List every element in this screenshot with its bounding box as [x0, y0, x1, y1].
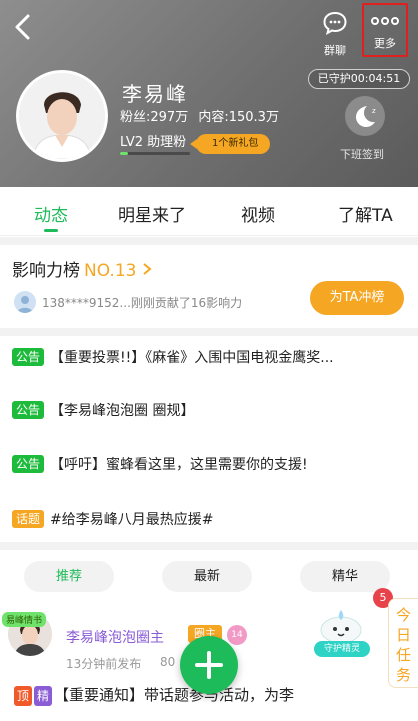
user-avatar-icon: [17, 296, 33, 313]
tab-star-here[interactable]: 明星来了: [118, 201, 186, 226]
filter-featured[interactable]: 精华: [300, 561, 390, 592]
new-gift-pill[interactable]: 1个新礼包: [189, 134, 271, 154]
group-chat-button[interactable]: 群聊: [312, 6, 358, 57]
divider: [0, 237, 418, 245]
influence-rank: NO.13: [84, 261, 137, 281]
latest-donation: 138****9152...刚刚贡献了16影响力: [42, 296, 243, 310]
pinned-pill: 顶: [14, 686, 33, 706]
tab-videos[interactable]: 视频: [241, 201, 275, 226]
star-name: 李易峰: [122, 82, 188, 106]
guardian-label: 守护精灵: [314, 641, 370, 657]
content-tabs: 动态 明星来了 视频 了解TA: [0, 187, 418, 236]
notice-text: 【呼吁】蜜蜂看这里，这里需要你的支援!: [50, 457, 308, 473]
notice-badge: 公告: [12, 401, 45, 419]
guard-timer: 已守护00:04:51: [308, 69, 410, 89]
fans-count: 粉丝:297万: [120, 110, 189, 125]
topic-item[interactable]: 话题 #给李易峰八月最热应援#: [12, 509, 213, 529]
back-icon[interactable]: [10, 12, 36, 42]
more-dots-icon: [371, 17, 399, 25]
filter-latest[interactable]: 最新: [162, 561, 252, 592]
moon-icon: z: [356, 106, 376, 127]
notice-badge: 公告: [12, 455, 45, 473]
topic-badge: 话题: [12, 510, 45, 528]
guardian-sprite-icon: [320, 610, 362, 644]
notice-item[interactable]: 公告 【李易峰泡泡圈 圈规】: [12, 400, 194, 420]
divider: [0, 542, 418, 550]
tab-about[interactable]: 了解TA: [338, 201, 393, 226]
post-author-name[interactable]: 李易峰泡泡圈主: [66, 627, 164, 647]
svg-text:z: z: [372, 107, 376, 115]
content-count: 内容:150.3万: [198, 110, 279, 125]
level-progress-bar: [120, 152, 190, 155]
tab-feed[interactable]: 动态: [34, 201, 68, 226]
active-tab-indicator: [44, 229, 58, 232]
divider: [0, 328, 418, 336]
notice-badge: 公告: [12, 348, 45, 366]
level-progress-fill: [120, 152, 128, 155]
star-stats: 粉丝:297万 内容:150.3万: [120, 106, 285, 125]
notice-item[interactable]: 公告 【呼吁】蜜蜂看这里，这里需要你的支援!: [12, 454, 308, 474]
notice-text: 【重要投票!!】《麻雀》入围中国电视金鹰奖...: [50, 350, 334, 366]
more-button[interactable]: 更多: [362, 3, 408, 57]
create-post-button[interactable]: [180, 636, 238, 694]
post-text: 【重要通知】带话题参与活动，为李: [54, 686, 295, 704]
elite-pill: 精: [34, 686, 53, 706]
post-body[interactable]: 顶精【重要通知】带话题参与活动，为李: [14, 684, 294, 706]
notice-item[interactable]: 公告 【重要投票!!】《麻雀》入围中国电视金鹰奖...: [12, 347, 334, 367]
fan-level: LV2 助理粉: [120, 135, 187, 150]
chat-bubble-icon: [323, 11, 347, 35]
influence-title: 影响力榜: [12, 261, 80, 281]
donor-avatar: [14, 291, 36, 313]
chevron-right-icon: [143, 263, 152, 275]
post-time: 13分钟前发布: [66, 657, 142, 671]
person-portrait-icon: [19, 73, 105, 159]
boost-rank-button[interactable]: 为TA冲榜: [310, 281, 404, 315]
filter-recommended[interactable]: 推荐: [24, 561, 114, 592]
post-tag: 易峰情书: [2, 612, 47, 627]
checkin-button[interactable]: z: [345, 96, 385, 136]
star-avatar[interactable]: [16, 70, 108, 162]
influence-rank-link[interactable]: 影响力榜 NO.13: [12, 256, 152, 281]
post-view-count: 80: [160, 655, 176, 669]
topic-text: #给李易峰八月最热应援#: [50, 512, 214, 528]
plus-icon: [195, 651, 223, 679]
group-chat-label: 群聊: [324, 44, 346, 57]
checkin-label: 下班签到: [340, 148, 384, 161]
profile-header: 群聊 更多 李易峰 粉丝:297万 内容:150.3万 LV2 助理粉 1个新礼…: [0, 0, 418, 187]
daily-task-button[interactable]: 今日任务: [388, 598, 418, 688]
more-label: 更多: [374, 37, 396, 50]
notice-text: 【李易峰泡泡圈 圈规】: [50, 403, 195, 419]
